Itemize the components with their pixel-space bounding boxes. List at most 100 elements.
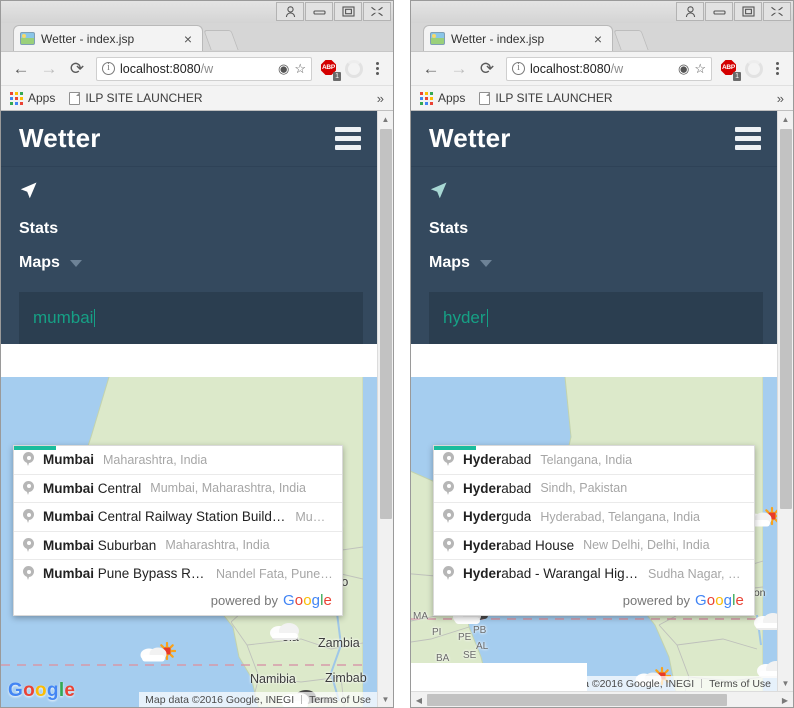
autocomplete-item[interactable]: Hyderguda Hyderabad, Telangana, India: [434, 503, 754, 532]
browser-menu-button[interactable]: [368, 62, 386, 75]
close-button[interactable]: [763, 2, 791, 21]
search-input[interactable]: hyder: [429, 292, 763, 344]
bookmark-apps[interactable]: Apps: [420, 91, 465, 105]
scroll-right-arrow-icon[interactable]: ▶: [777, 692, 793, 707]
maximize-button[interactable]: [734, 2, 762, 21]
new-tab-button[interactable]: [203, 30, 239, 50]
bookmark-apps[interactable]: Apps: [10, 91, 55, 105]
forward-button[interactable]: →: [446, 56, 472, 82]
autocomplete-item-region: Nandel Fata, Pune, ...: [215, 566, 333, 581]
search-input-value: mumbai: [33, 308, 94, 327]
hamburger-icon[interactable]: [735, 127, 761, 150]
scroll-up-arrow-icon[interactable]: ▲: [778, 111, 794, 127]
minimize-button[interactable]: [305, 2, 333, 21]
horizontal-scrollbar-right[interactable]: ◀ ▶: [411, 691, 793, 707]
app-navbar-right: Wetter: [411, 111, 777, 167]
user-profile-button[interactable]: [276, 2, 304, 21]
bookmark-item[interactable]: ILP SITE LAUNCHER: [69, 91, 203, 105]
location-pin-icon: [443, 480, 454, 496]
browser-tab[interactable]: Wetter - index.jsp ×: [423, 25, 613, 51]
google-logo: Google: [282, 591, 332, 609]
bookmark-apps-label: Apps: [438, 91, 466, 105]
site-info-icon[interactable]: i: [512, 62, 525, 75]
scroll-up-arrow-icon[interactable]: ▲: [378, 111, 394, 127]
accent-bar: [434, 446, 476, 450]
user-profile-button[interactable]: [676, 2, 704, 21]
map-label: Zambia: [318, 636, 360, 650]
extension-loading-icon[interactable]: [745, 59, 763, 78]
address-bar[interactable]: i localhost:8080/w ◉ ☆: [96, 56, 312, 81]
map-label: SE: [463, 650, 477, 661]
sidebar-item-locate[interactable]: [1, 173, 377, 212]
scroll-down-arrow-icon[interactable]: ▼: [778, 675, 794, 691]
sidebar-item-maps[interactable]: Maps: [411, 246, 777, 280]
location-pin-icon: [443, 537, 454, 553]
bookmark-item[interactable]: ILP SITE LAUNCHER: [479, 91, 613, 105]
scrollbar-thumb[interactable]: [380, 129, 392, 519]
autocomplete-item-name: Mumbai Pune Bypass Road: [43, 566, 207, 582]
sidebar-item-maps[interactable]: Maps: [1, 246, 377, 280]
scrollbar-thumb[interactable]: [427, 694, 727, 706]
chevron-down-icon: [479, 259, 492, 267]
sidebar-item-locate[interactable]: [411, 173, 777, 212]
bookmark-star-icon[interactable]: ☆: [694, 62, 706, 75]
minimize-button[interactable]: [705, 2, 733, 21]
autocomplete-item[interactable]: Mumbai Central Mumbai, Maharashtra, India: [14, 475, 342, 504]
vertical-scrollbar-right[interactable]: ▲ ▼: [777, 111, 793, 691]
bookmarks-overflow-icon[interactable]: »: [377, 91, 384, 106]
autocomplete-item-name: Hyderabad: [463, 480, 532, 496]
adblock-count: 1: [733, 72, 741, 81]
autocomplete-item[interactable]: Hyderabad House New Delhi, Delhi, India: [434, 532, 754, 561]
autocomplete-item[interactable]: Mumbai Suburban Maharashtra, India: [14, 532, 342, 561]
address-bar-url: localhost:8080/w: [530, 61, 624, 76]
vertical-scrollbar-left[interactable]: ▲ ▼: [377, 111, 393, 707]
extension-loading-icon[interactable]: [345, 59, 363, 78]
maximize-button[interactable]: [334, 2, 362, 21]
browser-menu-button[interactable]: [768, 62, 786, 75]
bookmarks-overflow-icon[interactable]: »: [777, 91, 784, 106]
browser-tab[interactable]: Wetter - index.jsp ×: [13, 25, 203, 51]
autocomplete-dropdown-right[interactable]: Hyderabad Telangana, India Hyderabad Sindh,…: [433, 445, 755, 616]
reload-button[interactable]: ⟳: [474, 56, 500, 82]
divider: [301, 695, 303, 704]
search-input[interactable]: mumbai: [19, 292, 363, 344]
autocomplete-item[interactable]: Hyderabad Sindh, Pakistan: [434, 475, 754, 504]
cast-icon[interactable]: ◉: [278, 62, 289, 75]
adblock-plus-icon[interactable]: ABP 1: [321, 60, 341, 81]
location-pin-icon: [443, 509, 454, 524]
map-label: AL: [476, 641, 489, 652]
cast-icon[interactable]: ◉: [678, 62, 689, 75]
autocomplete-item[interactable]: Mumbai Pune Bypass Road Nandel Fata, Pune…: [14, 560, 342, 588]
autocomplete-item-name: Mumbai Central: [43, 480, 142, 496]
autocomplete-item[interactable]: Hyderabad Telangana, India: [434, 446, 754, 475]
sidebar-item-stats[interactable]: Stats: [1, 212, 377, 246]
bookmark-star-icon[interactable]: ☆: [294, 62, 306, 75]
scroll-left-arrow-icon[interactable]: ◀: [411, 692, 427, 707]
site-info-icon[interactable]: i: [102, 62, 115, 75]
address-bar[interactable]: i localhost:8080/w ◉ ☆: [506, 56, 712, 81]
reload-button[interactable]: ⟳: [64, 56, 90, 82]
back-button[interactable]: ←: [8, 56, 34, 82]
hamburger-icon[interactable]: [335, 127, 361, 150]
scrollbar-thumb[interactable]: [780, 129, 792, 509]
map-attribution: Map data ©2016 Google, INEGI Terms of Us…: [139, 692, 377, 707]
sidebar-item-stats[interactable]: Stats: [411, 212, 777, 246]
new-tab-button[interactable]: [613, 30, 649, 50]
back-button[interactable]: ←: [418, 56, 444, 82]
tab-close-icon[interactable]: ×: [180, 31, 196, 47]
scroll-down-arrow-icon[interactable]: ▼: [378, 691, 394, 707]
autocomplete-item-name: Hyderabad: [463, 452, 532, 467]
autocomplete-item[interactable]: Hyderabad - Warangal Highway Sudha Nagar,…: [434, 560, 754, 588]
terms-of-use-link[interactable]: Terms of Use: [709, 678, 771, 690]
adblock-plus-icon[interactable]: ABP 1: [721, 60, 741, 81]
autocomplete-item[interactable]: Mumbai Central Railway Station Building M…: [14, 503, 342, 532]
close-button[interactable]: [363, 2, 391, 21]
map-label: Namibia: [250, 672, 296, 686]
text-caret: [486, 309, 488, 327]
terms-of-use-link[interactable]: Terms of Use: [309, 694, 371, 706]
browser-toolbar: ← → ⟳ i localhost:8080/w ◉ ☆ ABP 1: [411, 51, 793, 85]
autocomplete-dropdown-left[interactable]: Mumbai Maharashtra, India Mumbai Central Mu…: [13, 445, 343, 616]
forward-button[interactable]: →: [36, 56, 62, 82]
tab-close-icon[interactable]: ×: [590, 31, 606, 47]
autocomplete-item[interactable]: Mumbai Maharashtra, India: [14, 446, 342, 475]
